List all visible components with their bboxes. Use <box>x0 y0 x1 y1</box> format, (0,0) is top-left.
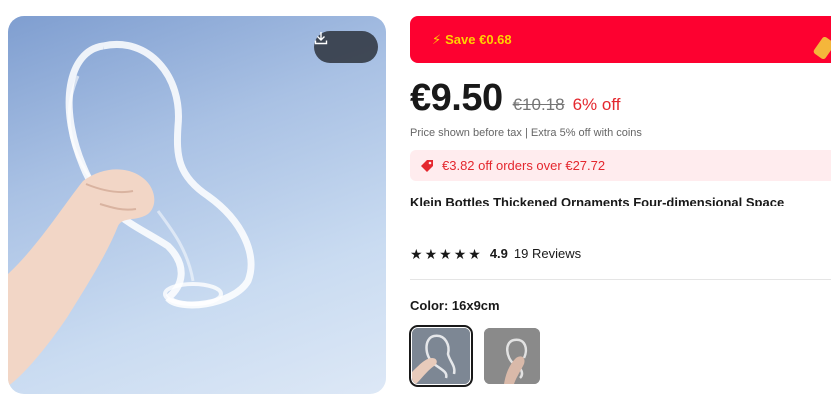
download-button[interactable] <box>314 31 378 63</box>
rating-stars: ★ ★ ★ ★ ★ <box>410 247 483 261</box>
rating-score: 4.9 <box>489 246 508 261</box>
reviews-link[interactable]: 19 Reviews <box>514 246 581 261</box>
star-icon: ★ <box>468 245 481 262</box>
star-icon: ★ <box>453 245 467 262</box>
tax-note: Price shown before tax | Extra 5% off wi… <box>410 127 642 139</box>
coupon-text: €3.82 off orders over €27.72 <box>442 158 606 173</box>
klein-bottle-photo <box>8 41 255 386</box>
save-label: Save €0.68 <box>445 32 512 47</box>
price-row: €9.50 €10.18 6% off <box>410 77 831 121</box>
star-icon: ★ <box>410 245 423 262</box>
tag-icon <box>421 159 433 172</box>
coupon-banner[interactable]: €3.82 off orders over €27.72 <box>410 150 831 181</box>
color-label: Color: 16x9cm <box>410 298 500 313</box>
thumbnail-image <box>484 328 540 384</box>
promo-decoration-icon <box>812 35 831 61</box>
download-icon <box>314 32 328 45</box>
lightning-icon: ⚡ <box>432 31 442 47</box>
color-option-alt[interactable] <box>484 328 540 384</box>
star-icon: ★ <box>424 245 438 262</box>
save-banner: ⚡ Save €0.68 <box>410 16 831 63</box>
product-title-text: Klein Bottles Thickened Ornaments Four-d… <box>410 195 785 206</box>
color-option-16x9cm[interactable] <box>409 325 473 387</box>
product-main-image[interactable] <box>8 16 386 394</box>
price-discount: 6% off <box>572 95 621 114</box>
price-original: €10.18 <box>512 95 565 114</box>
price-current: €9.50 <box>410 77 503 119</box>
rating-row[interactable]: ★ ★ ★ ★ ★ 4.9 19 Reviews <box>410 246 831 261</box>
product-title: Klein Bottles Thickened Ornaments Four-d… <box>410 195 831 206</box>
thumbnail-image <box>412 328 470 384</box>
color-options <box>409 325 831 387</box>
star-icon: ★ <box>439 245 452 262</box>
product-info-panel: ⚡ Save €0.68 €9.50 €10.18 6% off Price s… <box>409 16 831 387</box>
divider <box>410 279 831 280</box>
